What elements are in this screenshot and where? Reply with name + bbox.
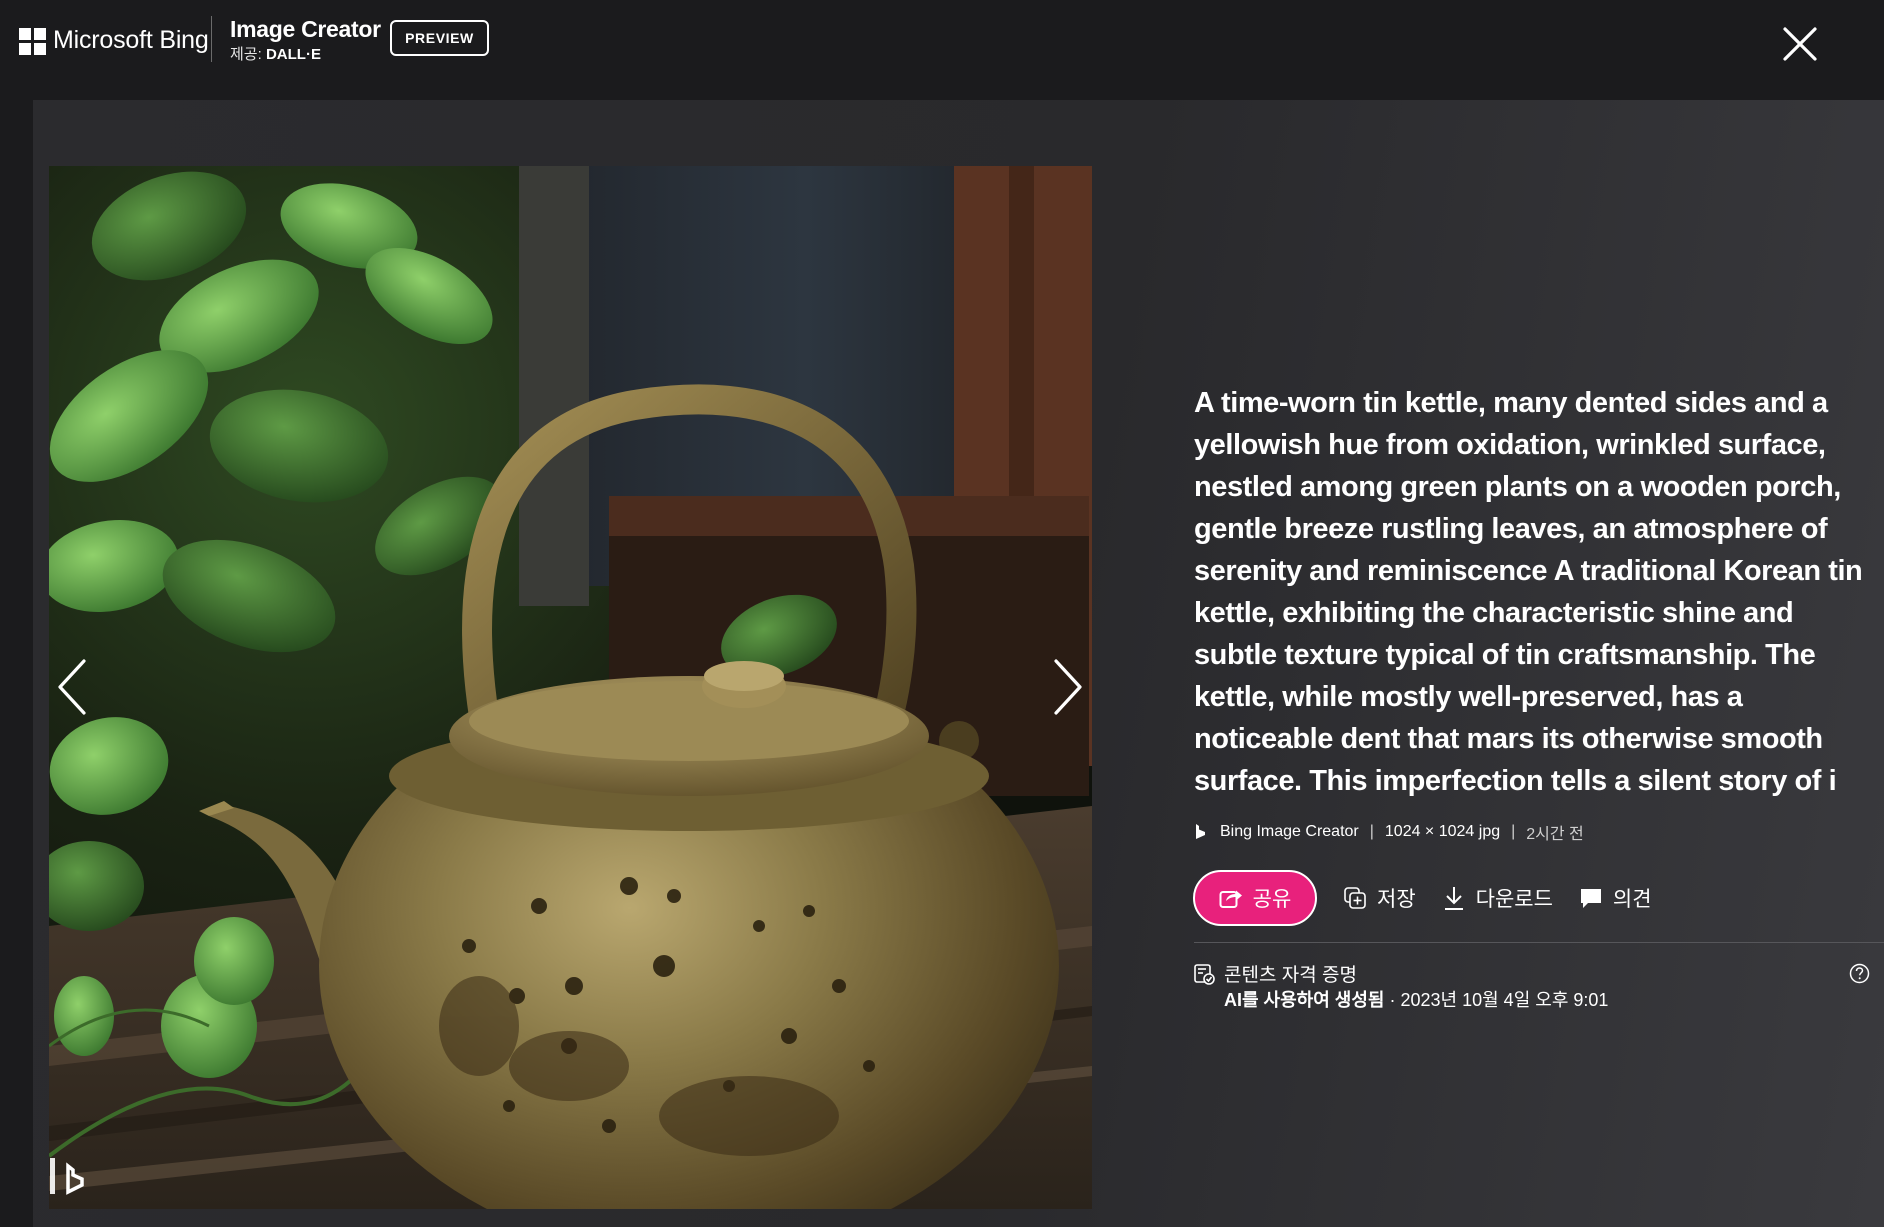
share-button[interactable]: 공유 (1193, 870, 1317, 926)
kettle-illustration (49, 166, 1092, 1209)
download-label: 다운로드 (1475, 888, 1553, 911)
microsoft-logo-icon[interactable] (19, 28, 46, 55)
provider-label: 제공: DALL·E (230, 43, 321, 64)
feedback-label: 의견 (1612, 888, 1652, 911)
download-icon (1444, 887, 1463, 910)
save-button[interactable]: 저장 (1343, 883, 1416, 913)
content-credentials-icon (1193, 963, 1217, 987)
divider (1194, 942, 1884, 943)
provider-name: DALL·E (265, 46, 321, 63)
share-icon (1219, 890, 1242, 908)
next-image-button[interactable] (1048, 655, 1088, 719)
bing-brand-label[interactable]: Microsoft Bing (53, 26, 209, 55)
image-prompt-text: A time-worn tin kettle, many dented side… (1194, 387, 1863, 797)
content-credentials-title: 콘텐츠 자격 증명 (1224, 965, 1357, 986)
action-bar: 공유 저장 다운로드 의견 (1193, 870, 1652, 926)
preview-button[interactable]: PREVIEW (390, 20, 489, 56)
feedback-icon (1580, 889, 1601, 908)
meta-source: Bing Image Creator (1220, 823, 1359, 840)
meta-size: 1024 × 1024 jpg (1384, 823, 1501, 840)
header-divider (211, 16, 212, 62)
close-button[interactable] (1780, 24, 1820, 64)
previous-image-button[interactable] (52, 655, 92, 719)
meta-separator: | (1369, 823, 1374, 840)
meta-time: 2시간 전 (1526, 826, 1584, 843)
generated-image[interactable] (49, 166, 1092, 1209)
download-button[interactable]: 다운로드 (1442, 883, 1553, 913)
share-label: 공유 (1252, 888, 1292, 911)
bing-b-icon (1196, 824, 1205, 839)
close-icon (1783, 27, 1817, 61)
save-label: 저장 (1377, 888, 1416, 911)
ai-generated-label: AI를 사용하여 생성됨 (1224, 990, 1385, 1010)
credentials-date: · 2023년 10월 4일 오후 9:01 (1389, 990, 1609, 1010)
header-bar: Microsoft Bing Image Creator 제공: DALL·E … (0, 0, 1884, 82)
help-button[interactable] (1849, 963, 1870, 984)
image-meta: Bing Image Creator | 1024 × 1024 jpg | 2… (1194, 820, 1584, 844)
content-credentials-detail: AI를 사용하여 생성됨 · 2023년 10월 4일 오후 9:01 (1224, 986, 1608, 1012)
chevron-left-icon (58, 659, 86, 715)
chevron-right-icon (1054, 659, 1082, 715)
question-circle-icon (1849, 963, 1870, 984)
provider-prefix: 제공: (230, 46, 262, 63)
feedback-button[interactable]: 의견 (1579, 883, 1652, 913)
image-creator-title[interactable]: Image Creator (230, 16, 381, 43)
meta-separator: | (1511, 823, 1516, 840)
bing-watermark-icon (48, 1158, 88, 1198)
collection-add-icon (1344, 887, 1366, 909)
